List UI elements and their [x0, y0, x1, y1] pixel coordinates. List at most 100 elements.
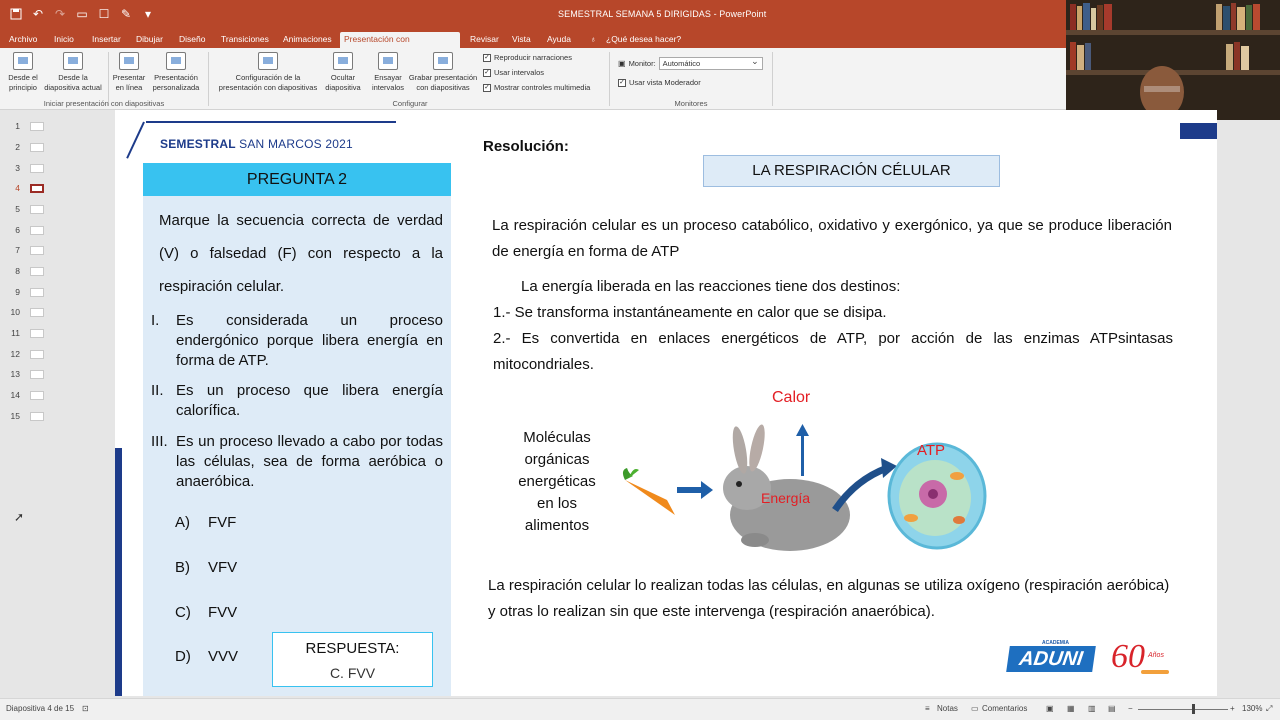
ensayar-button[interactable]: Ensayar intervalos [368, 52, 408, 93]
tab-inicio[interactable]: Inicio [50, 32, 78, 48]
monitor-row: ▣ Monitor: Automático [618, 56, 763, 70]
carrot-icon [622, 468, 675, 515]
thumbnail[interactable]: 6 [8, 222, 48, 238]
status-bar: Diapositiva 4 de 15 ⊡ ≡ Notas ▭ Comentar… [0, 698, 1280, 720]
ribbon-separator [609, 52, 610, 106]
notes-icon[interactable]: ≡ [925, 704, 930, 713]
thumbnail[interactable]: 5 [8, 201, 48, 217]
slideshow-view-icon[interactable]: ▤ [1108, 704, 1116, 713]
accessibility-icon[interactable]: ⊡ [82, 704, 89, 713]
corner-accent [1180, 123, 1217, 139]
record-slideshow-icon [433, 52, 453, 70]
slide-canvas[interactable]: SEMESTRAL SAN MARCOS 2021 PREGUNTA 2 Mar… [115, 110, 1217, 696]
ocultar-button[interactable]: Ocultar diapositiva [322, 52, 364, 93]
redo-icon[interactable]: ↷ [52, 6, 68, 22]
start-presentation-icon[interactable]: ▭ [74, 6, 90, 22]
checkbox-checked-icon: ✓ [618, 78, 626, 87]
tab-diseno[interactable]: Diseño [175, 32, 209, 48]
customize-qat-icon[interactable]: ▾ [140, 6, 156, 22]
statement-1: I. Es considerada un proceso endergónico… [151, 312, 443, 369]
curved-arrow-icon [832, 458, 897, 512]
zoom-out-icon[interactable]: − [1128, 704, 1133, 713]
zoom-in-icon[interactable]: + [1230, 704, 1235, 713]
fit-slide-icon[interactable]: ⤢ [1266, 704, 1272, 714]
quick-access-toolbar: ↶ ↷ ▭ ☐ ✎ ▾ [8, 6, 156, 22]
tab-ayuda[interactable]: Ayuda [543, 32, 575, 48]
option-b: B) VFV [175, 559, 238, 576]
reading-view-icon[interactable]: ▥ [1088, 704, 1096, 713]
tab-vista[interactable]: Vista [508, 32, 535, 48]
presentacion-personalizada-button[interactable]: Presentación personalizada [148, 52, 204, 93]
title-bar: ↶ ↷ ▭ ☐ ✎ ▾ SEMESTRAL SEMANA 5 DIRIGIDAS… [0, 0, 1066, 30]
thumbnail[interactable]: 11 [8, 325, 48, 341]
chk-narraciones[interactable]: ✓ Reproducir narraciones [483, 53, 572, 62]
comments-button[interactable]: Comentarios [982, 704, 1027, 713]
paragraph-2-line2: 1.- Se transforma instantáneamente en ca… [493, 304, 887, 321]
group-monitores-label: Monitores [674, 99, 708, 108]
save-icon[interactable] [8, 6, 24, 22]
tell-me-search[interactable]: ¿Qué desea hacer? [602, 32, 685, 48]
moleculas-label: Moléculas orgánicas energéticas en los a… [518, 429, 596, 534]
tab-insertar[interactable]: Insertar [88, 32, 125, 48]
zoom-slider-thumb[interactable] [1192, 704, 1195, 714]
thumbnail[interactable]: 1 [8, 118, 48, 134]
format-painter-icon[interactable]: ✎ [118, 6, 134, 22]
monitor-select[interactable]: Automático [658, 56, 763, 70]
mouse-cursor-icon: ➚ [14, 510, 25, 524]
tab-dibujar[interactable]: Dibujar [132, 32, 167, 48]
desde-principio-button[interactable]: Desde el principio [4, 52, 42, 93]
thumbnail[interactable]: 14 [8, 387, 48, 403]
thumbnail[interactable]: 10 [8, 304, 48, 320]
ribbon-tabs: Archivo Inicio Insertar Dibujar Diseño T… [0, 30, 1066, 58]
slideshow-current-icon [63, 52, 83, 70]
group-iniciar-label: Iniciar presentación con diapositivas [43, 99, 165, 108]
zoom-level[interactable]: 130% [1242, 704, 1262, 713]
tab-transiciones[interactable]: Transiciones [217, 32, 273, 48]
thumbnail[interactable]: 7 [8, 242, 48, 258]
configuracion-button[interactable]: Configuración de la presentación con dia… [214, 52, 322, 93]
tab-revisar[interactable]: Revisar [466, 32, 503, 48]
answer-label: RESPUESTA: [305, 640, 400, 657]
grabar-button[interactable]: Grabar presentación con diapositivas [406, 52, 480, 93]
ribbon-separator [208, 52, 209, 106]
undo-icon[interactable]: ↶ [30, 6, 46, 22]
thumbnail[interactable]: 3 [8, 160, 48, 176]
paragraph-2-line1: La energía liberada en las reacciones ti… [521, 278, 901, 295]
comments-icon[interactable]: ▭ [971, 704, 979, 713]
checkbox-checked-icon: ✓ [483, 68, 491, 77]
pregunta-header: PREGUNTA 2 [143, 163, 451, 196]
tab-presentacion[interactable]: Presentación con diapositivas [340, 32, 460, 58]
chk-controles[interactable]: ✓ Mostrar controles multimedia [483, 83, 590, 92]
normal-view-icon[interactable]: ▣ [1046, 704, 1054, 713]
zoom-slider[interactable] [1138, 709, 1228, 710]
slide-sorter-icon[interactable]: ▦ [1067, 704, 1075, 713]
respiracion-title: LA RESPIRACIÓN CÉLULAR [703, 155, 1000, 187]
chk-moderador[interactable]: ✓ Usar vista Moderador [618, 78, 701, 87]
aduni-logo: ACADEMIA ADUNI [1006, 640, 1096, 676]
thumbnail[interactable]: 8 [8, 263, 48, 279]
presentar-linea-button[interactable]: Presentar en línea [110, 52, 148, 93]
tab-animaciones[interactable]: Animaciones [279, 32, 336, 48]
thumbnail[interactable]: 15 [8, 408, 48, 424]
thumbnail[interactable]: 2 [8, 139, 48, 155]
calor-label: Calor [772, 389, 811, 406]
thumbnail[interactable]: 12 [8, 346, 48, 362]
lightbulb-icon: ♁ [590, 34, 597, 44]
thumbnail[interactable]: 9 [8, 284, 48, 300]
answer-box: RESPUESTA: C. FVV [272, 632, 433, 687]
tab-archivo[interactable]: Archivo [5, 32, 41, 48]
thumbnail[interactable]: 13 [8, 366, 48, 382]
brand-title: SEMESTRAL SAN MARCOS 2021 [160, 137, 353, 151]
touch-mode-icon[interactable]: ☐ [96, 6, 112, 22]
slideshow-start-icon [13, 52, 33, 70]
statement-3: III. Es un proceso llevado a cabo por to… [151, 433, 443, 490]
respiration-diagram [622, 424, 987, 551]
rehearse-timings-icon [378, 52, 398, 70]
chk-intervalos[interactable]: ✓ Usar intervalos [483, 68, 544, 77]
sixty-years-logo: 60 Años [1111, 638, 1175, 680]
notes-button[interactable]: Notas [937, 704, 958, 713]
statement-2: II. Es un proceso que libera energía cal… [151, 382, 443, 419]
left-accent-bar [115, 448, 122, 696]
thumbnail-active[interactable]: 4 [8, 180, 48, 196]
desde-actual-button[interactable]: Desde la diapositiva actual [40, 52, 106, 93]
